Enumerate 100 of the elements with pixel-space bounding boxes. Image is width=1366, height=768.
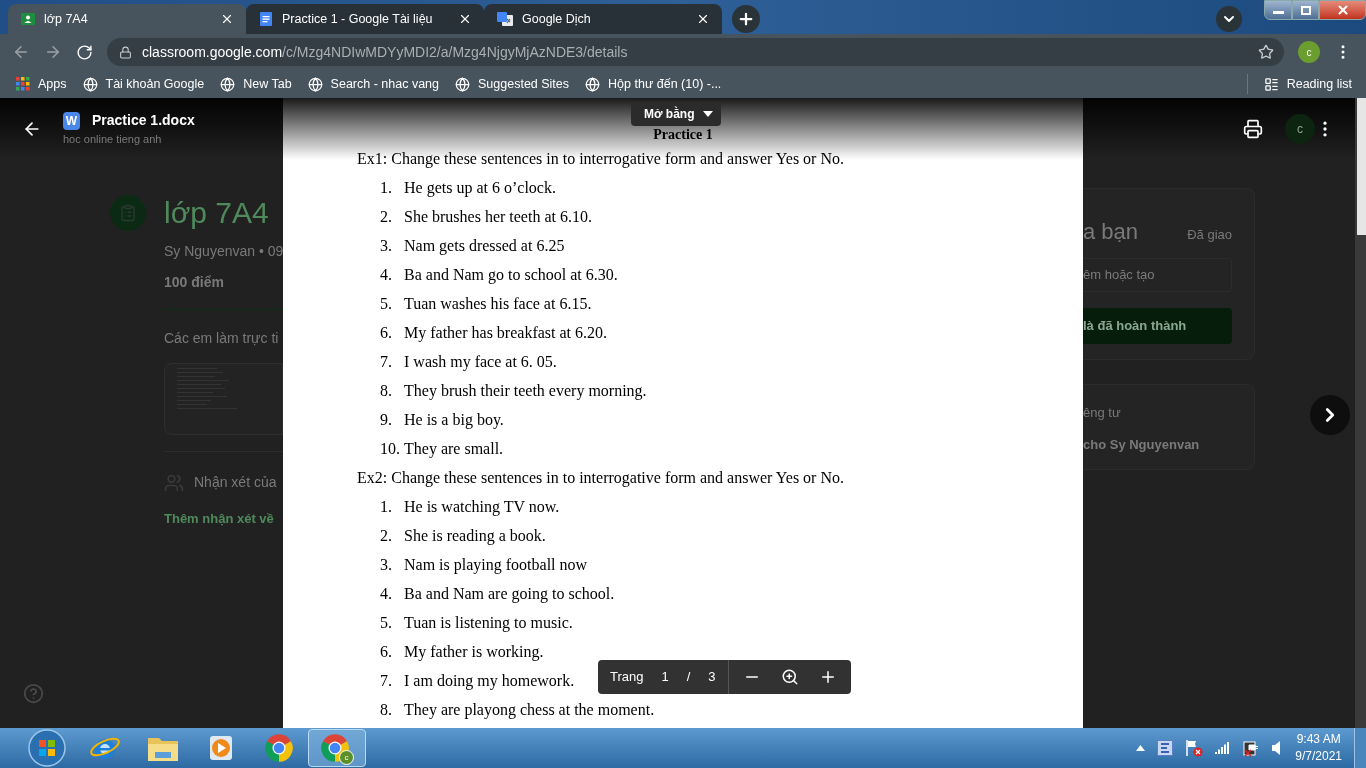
reading-list-button[interactable]: Reading list xyxy=(1263,74,1352,94)
open-with-button[interactable]: Mở bằng xyxy=(631,102,721,126)
comments-heading: Nhận xét của xyxy=(194,473,277,492)
page-label: Trang xyxy=(610,668,644,687)
bookmark-link[interactable]: Search - nhac vang xyxy=(307,74,439,94)
url-text: classroom.google.com/c/Mzg4NDIwMDYyMDI2/a/Mzg4NjgyMjAzNDE3/details xyxy=(142,42,629,62)
list-number: 8. xyxy=(380,381,393,401)
bookmark-link[interactable]: Apps xyxy=(16,74,67,94)
restore-button[interactable] xyxy=(1292,0,1319,20)
minimize-button[interactable] xyxy=(1264,0,1292,20)
list-number: 9. xyxy=(380,410,393,430)
description-text: Các em làm trực ti xyxy=(164,329,280,348)
caret-up-icon[interactable] xyxy=(1136,745,1146,751)
tab-title: Practice 1 - Google Tài liệu xyxy=(282,10,434,28)
print-icon[interactable] xyxy=(1243,119,1263,139)
sentence-text: Ba and Nam are going to school. xyxy=(404,584,615,605)
list-number: 5. xyxy=(380,613,393,633)
list-number: 1. xyxy=(380,178,393,198)
globe-icon xyxy=(307,76,323,92)
clock-time: 9:43 AM xyxy=(1296,731,1341,748)
add-private-comment-link[interactable]: cho Sy Nguyenvan xyxy=(1083,434,1254,454)
globe-icon xyxy=(82,76,98,92)
forward-icon[interactable] xyxy=(44,43,62,61)
classroom-icon xyxy=(20,11,36,27)
sentence-text: Tuan is listening to music. xyxy=(404,613,573,634)
add-work-button[interactable]: êm hoặc tạo xyxy=(1083,258,1232,292)
list-number: 1. xyxy=(380,497,393,517)
assignment-icon xyxy=(110,194,146,231)
assignment-title: lớp 7A4 xyxy=(164,195,269,231)
close-icon[interactable] xyxy=(458,12,472,26)
reload-icon[interactable] xyxy=(76,43,93,61)
file-name: Practice 1.docx xyxy=(92,111,195,131)
sentence-text: My father is working. xyxy=(404,642,544,663)
list-number: 2. xyxy=(380,526,393,546)
list-number: 4. xyxy=(380,265,393,285)
chrome-icon xyxy=(264,733,294,763)
signal-icon[interactable] xyxy=(1215,742,1232,754)
zoom-in-icon[interactable] xyxy=(780,668,799,686)
card-heading: êng tư xyxy=(1083,404,1122,422)
taskbar-button[interactable]: c xyxy=(308,729,366,767)
sentence-text: My father has breakfast at 6.20. xyxy=(404,323,608,344)
globe-icon xyxy=(220,76,236,92)
sentence-text: I am doing my homework. xyxy=(404,671,575,692)
bookmark-link[interactable]: Hộp thư đến (10) -... xyxy=(585,74,722,94)
list-number: 7. xyxy=(380,352,393,372)
sentence-text: They are small. xyxy=(404,439,504,460)
caret-down-icon xyxy=(702,111,713,117)
add-comment-link[interactable]: Thêm nhận xét về xyxy=(164,509,283,529)
close-icon[interactable] xyxy=(220,12,234,26)
sentence-text: Nam gets dressed at 6.25 xyxy=(404,236,565,257)
exercise-heading: Ex2: Change these sentences in to interrogative form and answer Yes or No. xyxy=(357,468,845,489)
bookmark-link[interactable]: Suggested Sites xyxy=(455,74,570,94)
bookmark-link[interactable]: New Tab xyxy=(220,74,292,94)
address-bar[interactable]: classroom.google.com/c/Mzg4NDIwMDYyMDI2/a/Mzg4NjgyMjAzNDE3/details xyxy=(107,38,1284,66)
exercise-heading: Ex1: Change these sentences in to interrogative form and answer Yes or No. xyxy=(357,149,845,170)
bookmark-link[interactable]: Tài khoản Google xyxy=(82,74,205,94)
page-separator: / xyxy=(686,668,691,687)
browser-tab[interactable]: lớp 7A4 xyxy=(8,4,246,34)
start-orb-icon[interactable] xyxy=(28,729,66,767)
sentence-text: Nam is playing football now xyxy=(404,555,588,576)
close-window-button[interactable] xyxy=(1319,0,1366,20)
card-heading: a bạn xyxy=(1083,218,1139,246)
lock-icon xyxy=(119,45,132,59)
sentence-text: Tuan washes his face at 6.15. xyxy=(404,294,592,314)
star-icon[interactable] xyxy=(1258,44,1274,60)
next-button[interactable] xyxy=(1310,395,1350,435)
app-tray-icon[interactable] xyxy=(1157,740,1174,756)
browser-tab[interactable]: Practice 1 - Google Tài liệu xyxy=(246,4,484,34)
list-number: 10. xyxy=(380,439,401,459)
tab-search-button[interactable] xyxy=(1216,6,1242,32)
reading-list-icon xyxy=(1263,76,1279,92)
scrollbar-thumb[interactable] xyxy=(1357,98,1366,235)
list-number: 7. xyxy=(380,671,393,691)
mark-done-button[interactable]: là đã hoàn thành xyxy=(1083,308,1232,344)
document-icon xyxy=(258,11,274,27)
list-number: 4. xyxy=(380,584,393,604)
new-tab-button[interactable] xyxy=(732,5,760,33)
close-icon xyxy=(1335,3,1350,17)
people-icon xyxy=(164,472,184,493)
list-number: 6. xyxy=(380,323,393,343)
points-text: 100 điểm xyxy=(164,273,225,292)
sentence-text: He gets up at 6 o’clock. xyxy=(404,178,556,199)
clock-date: 9/7/2021 xyxy=(1295,748,1342,765)
sentence-text: He is watching TV now. xyxy=(404,497,560,518)
tab-title: lớp 7A4 xyxy=(44,10,89,28)
profile-badge: c xyxy=(339,750,354,765)
list-number: 3. xyxy=(380,555,393,575)
speaker-icon[interactable] xyxy=(1271,741,1282,755)
list-number: 5. xyxy=(380,294,393,314)
page-number: 1 xyxy=(661,668,669,687)
close-icon[interactable] xyxy=(696,12,710,26)
power-plug-icon[interactable] xyxy=(1243,739,1260,757)
browser-tab[interactable]: Google Dịch xyxy=(484,4,722,34)
sentence-text: Ba and Nam go to school at 6.30. xyxy=(404,265,618,286)
list-number: 8. xyxy=(380,700,393,720)
translate-icon xyxy=(496,11,514,27)
apps-grid-icon xyxy=(16,77,30,91)
assignment-meta: Sy Nguyenvan • 09 xyxy=(164,242,283,261)
plus-icon xyxy=(737,10,755,28)
flag-warning-icon[interactable] xyxy=(1185,739,1204,757)
